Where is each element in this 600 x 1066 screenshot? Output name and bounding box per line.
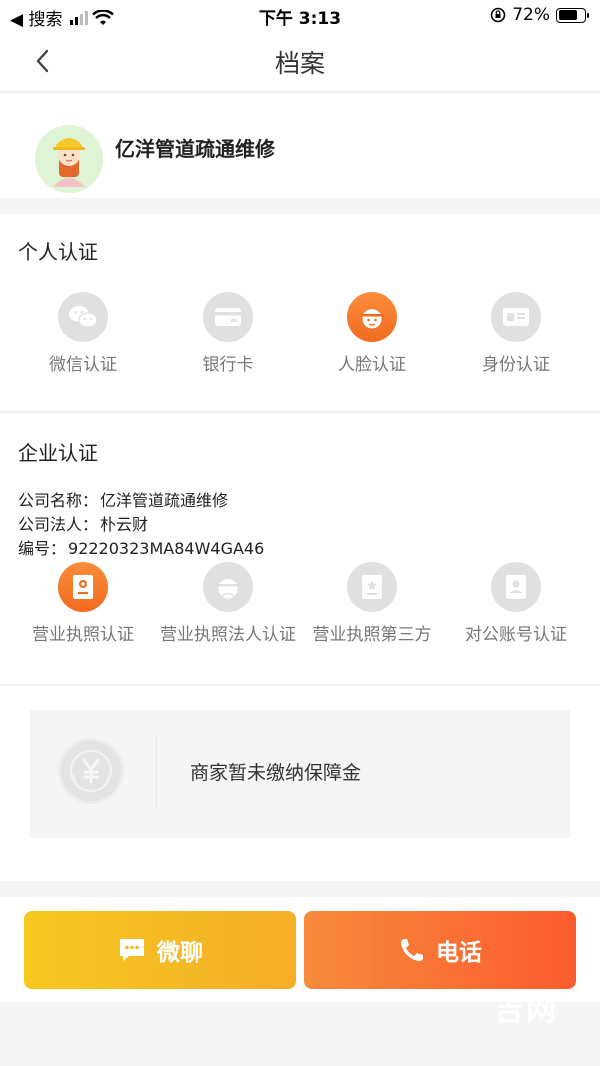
- bank-card-icon: [203, 292, 253, 342]
- legal-person-label: 公司法人：: [18, 515, 99, 534]
- cert-license-third-party[interactable]: 营业执照第三方: [297, 562, 447, 645]
- cert-label: 人脸认证: [338, 355, 406, 375]
- cert-label: 营业执照认证: [32, 625, 134, 645]
- deposit-status: 商家暂未缴纳保障金: [190, 762, 362, 784]
- license-third-party-icon: [347, 562, 397, 612]
- cert-label: 身份认证: [482, 355, 550, 375]
- wechat-icon: [58, 292, 108, 342]
- merchant-name: 亿洋管道疏通维修: [115, 137, 275, 161]
- company-name-value: 亿洋管道疏通维修: [100, 491, 229, 510]
- avatar-illustration: [35, 125, 103, 193]
- id-card-icon: [491, 292, 541, 342]
- battery-icon: [556, 7, 589, 23]
- battery-fill: [558, 10, 577, 20]
- cert-label: 对公账号认证: [465, 625, 567, 645]
- cert-business-license[interactable]: 营业执照认证: [8, 562, 158, 645]
- enterprise-certification-section: 企业认证 公司名称： 亿洋管道疏通维修 公司法人： 朴云财 编号： 92220323M…: [0, 413, 600, 685]
- face-icon: [347, 292, 397, 342]
- cert-identity[interactable]: 身份认证: [441, 292, 591, 375]
- yuan-coin-icon: [58, 738, 124, 804]
- deposit-section: 商家暂未缴纳保障金: [0, 686, 600, 881]
- cert-wechat[interactable]: 微信认证: [8, 292, 158, 375]
- cert-corporate-account[interactable]: 对公账号认证: [441, 562, 591, 645]
- nav-bar: 档案: [0, 30, 600, 92]
- chat-bubble-icon: [120, 939, 144, 961]
- status-bar: ◀ 搜索 下午 3:13 72%: [0, 0, 600, 30]
- cert-label: 微信认证: [49, 355, 117, 375]
- deposit-card: 商家暂未缴纳保障金: [30, 710, 570, 838]
- page-title: 档案: [274, 49, 325, 78]
- section-title-personal: 个人认证: [18, 240, 98, 264]
- battery-percent: 72%: [512, 5, 550, 25]
- company-name-row: 公司名称： 亿洋管道疏通维修: [18, 487, 228, 511]
- section-title-enterprise: 企业认证: [18, 441, 98, 465]
- license-person-icon: [203, 562, 253, 612]
- watermark: 吉网: [494, 993, 558, 1028]
- phone-button-label: 电话: [436, 940, 482, 966]
- cert-license-legal-person[interactable]: 营业执照法人认证: [153, 562, 303, 645]
- cert-label: 营业执照第三方: [312, 625, 432, 645]
- cert-label: 营业执照法人认证: [160, 625, 296, 645]
- merchant-profile: 亿洋管道疏通维修: [0, 93, 600, 198]
- personal-certification-section: 个人认证 微信认证 银行卡 人脸认证 身份认证: [0, 214, 600, 412]
- chat-button-label: 微聊: [157, 940, 203, 966]
- divider: [156, 736, 157, 806]
- cert-label: 银行卡: [202, 355, 254, 375]
- phone-button[interactable]: 电话: [304, 911, 576, 989]
- registration-number-row: 编号： 92220323MA84W4GA46: [18, 535, 264, 559]
- avatar[interactable]: [35, 125, 103, 193]
- cert-face[interactable]: 人脸认证: [297, 292, 447, 375]
- registration-number-label: 编号：: [18, 539, 67, 558]
- chat-button[interactable]: 微聊: [24, 911, 296, 989]
- phone-icon: [401, 939, 423, 961]
- status-right: 72%: [490, 5, 589, 25]
- registration-number-value: 92220323MA84W4GA46: [68, 539, 265, 558]
- legal-person-value: 朴云财: [100, 515, 149, 534]
- license-icon: [58, 562, 108, 612]
- orientation-lock-icon: [490, 7, 506, 23]
- cert-bank-card[interactable]: 银行卡: [153, 292, 303, 375]
- company-name-label: 公司名称：: [18, 491, 99, 510]
- legal-person-row: 公司法人： 朴云财: [18, 511, 148, 535]
- corporate-account-icon: [491, 562, 541, 612]
